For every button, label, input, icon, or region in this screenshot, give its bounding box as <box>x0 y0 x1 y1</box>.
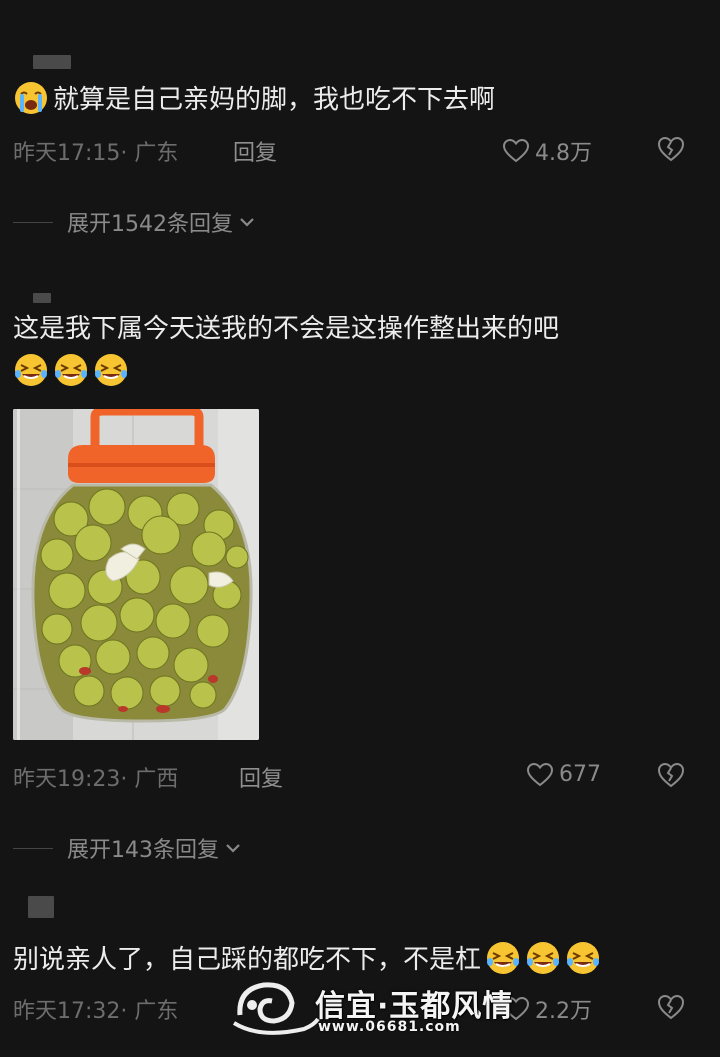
reply-button[interactable]: 回复 <box>239 761 283 793</box>
divider-line <box>13 221 53 223</box>
heart-outline-icon <box>527 763 553 787</box>
username-redacted[interactable] <box>28 896 54 918</box>
rolling-laughing-emoji-icon <box>53 352 89 388</box>
expand-replies-button[interactable]: 展开143条回复 <box>13 832 241 864</box>
emoji-row <box>13 352 133 388</box>
crying-face-emoji-icon <box>13 80 49 116</box>
broken-heart-icon[interactable] <box>657 136 685 162</box>
comment-photo[interactable] <box>13 409 259 740</box>
like-button[interactable]: 4.8万 <box>503 135 592 167</box>
comment-3-text: 别说亲人了，自己踩的都吃不下，不是杠 <box>13 945 482 975</box>
comment-text: 这是我下属今天送我的不会是这操作整出来的吧 <box>13 312 559 346</box>
comment-1-text: 就算是自己亲妈的脚，我也吃不下去啊 <box>53 85 496 115</box>
comment-text: 就算是自己亲妈的脚，我也吃不下去啊 <box>13 80 495 117</box>
comment-time-location: 昨天17:32· 广东 <box>13 999 179 1024</box>
expand-replies-label: 展开143条回复 <box>67 838 219 863</box>
rolling-laughing-emoji-icon <box>485 940 521 976</box>
pickle-jar-image <box>13 409 259 740</box>
comment-time-location: 昨天19:23· 广西 <box>13 767 179 792</box>
comment-meta: 昨天19:23· 广西 回复 <box>13 761 283 793</box>
like-count: 677 <box>559 762 601 787</box>
watermark-logo <box>232 982 320 1035</box>
comment-meta: 昨天17:32· 广东 <box>13 993 178 1025</box>
expand-replies-button[interactable]: 展开1542条回复 <box>13 206 255 238</box>
like-button[interactable]: 2.2万 <box>503 993 592 1025</box>
like-count: 4.8万 <box>535 141 592 166</box>
chevron-down-icon <box>225 842 241 854</box>
broken-heart-icon[interactable] <box>657 994 685 1020</box>
like-count: 2.2万 <box>535 999 592 1024</box>
comment-2-text: 这是我下属今天送我的不会是这操作整出来的吧 <box>13 314 560 344</box>
divider-line <box>13 847 53 849</box>
heart-outline-icon <box>503 139 529 163</box>
rolling-laughing-emoji-icon <box>565 940 601 976</box>
username-redacted[interactable] <box>33 293 51 303</box>
expand-replies-label: 展开1542条回复 <box>67 212 233 237</box>
username-redacted[interactable] <box>33 55 71 69</box>
site-watermark: 信宜·玉都风情 www.06681.com <box>230 975 512 1045</box>
watermark-url: www.06681.com <box>318 1019 461 1035</box>
like-button[interactable]: 677 <box>527 762 601 787</box>
comment-text: 别说亲人了，自己踩的都吃不下，不是杠 <box>13 940 605 977</box>
rolling-laughing-emoji-icon <box>525 940 561 976</box>
chevron-down-icon <box>239 216 255 228</box>
comment-time-location: 昨天17:15· 广东 <box>13 141 179 166</box>
rolling-laughing-emoji-icon <box>93 352 129 388</box>
broken-heart-icon[interactable] <box>657 762 685 788</box>
rolling-laughing-emoji-icon <box>13 352 49 388</box>
reply-button[interactable]: 回复 <box>233 135 277 167</box>
comment-meta: 昨天17:15· 广东 回复 <box>13 135 277 167</box>
